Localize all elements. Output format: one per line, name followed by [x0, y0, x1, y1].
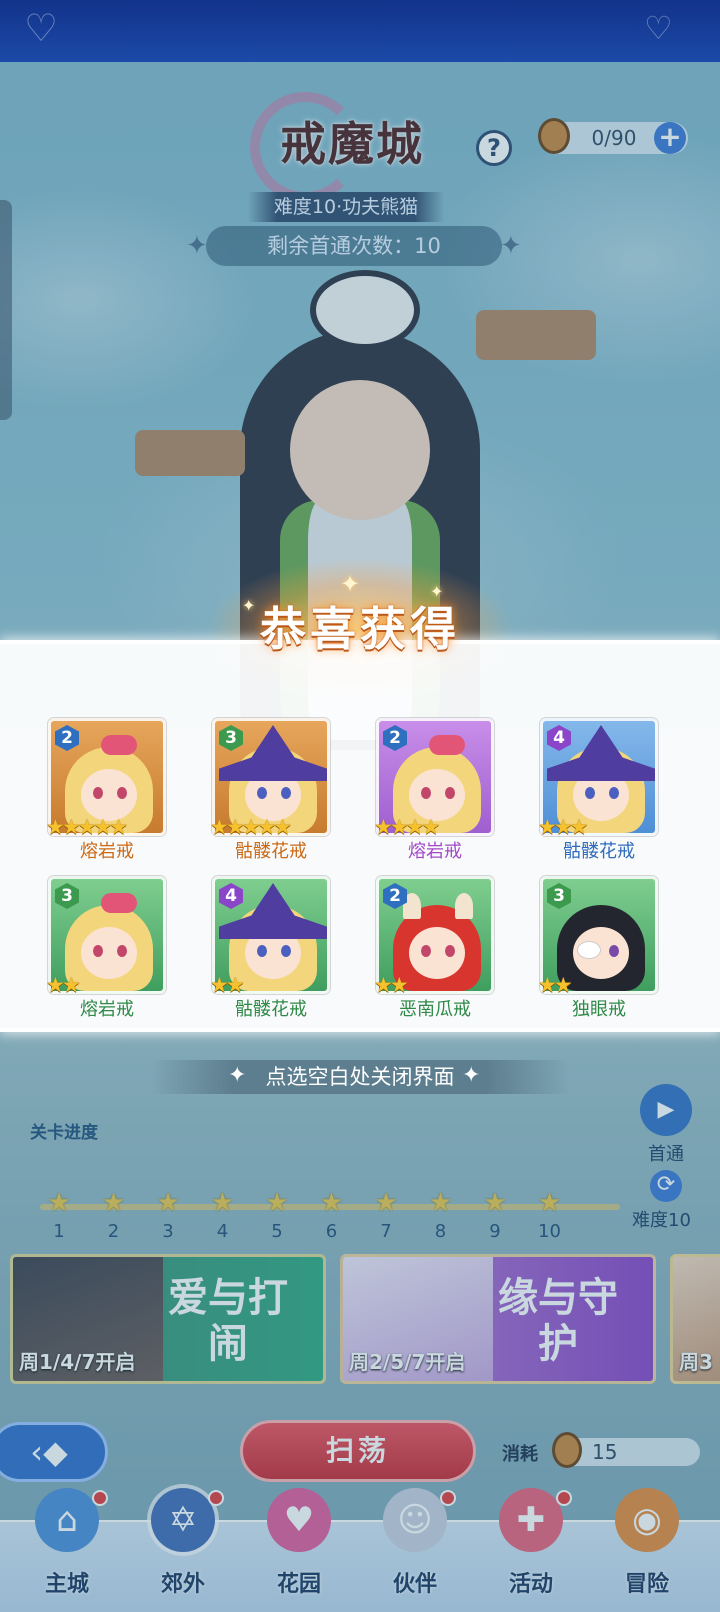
- character-eye: [117, 787, 127, 799]
- character-eye: [421, 787, 431, 799]
- heart-wing-icon: ♡: [24, 6, 59, 50]
- sparkle-icon: ✦: [462, 1063, 481, 1088]
- character-eye: [445, 787, 455, 799]
- character-eye: [93, 787, 103, 799]
- reward-item-name: 骷髅花戒: [235, 841, 307, 862]
- level-badge: 3: [55, 883, 79, 909]
- level-badge: 4: [219, 883, 243, 909]
- hair-bow: [101, 893, 137, 913]
- hair-bow: [429, 735, 465, 755]
- reward-item-name: 恶南瓜戒: [399, 999, 471, 1020]
- star-rating: ★★★★★: [210, 815, 292, 839]
- character-eye: [609, 945, 619, 957]
- character-eye: [281, 787, 291, 799]
- reward-item[interactable]: 2 ★★★★★ 熔岩戒: [46, 718, 166, 868]
- heart-wing-icon: ♡: [644, 9, 673, 47]
- character-eye: [257, 945, 267, 957]
- character-eye: [93, 945, 103, 957]
- sparkle-icon: ✦: [340, 570, 361, 598]
- reward-item[interactable]: 3 ★★ 独眼戒: [538, 876, 658, 1026]
- reward-item-name: 骷髅花戒: [563, 841, 635, 862]
- character-portrait-face: [81, 769, 137, 821]
- character-portrait-face: [409, 769, 465, 821]
- sparkle-icon: ✦: [228, 1063, 247, 1088]
- star-rating: ★★: [538, 973, 573, 997]
- star-rating: ★★: [374, 973, 409, 997]
- character-portrait-face: [81, 927, 137, 979]
- character-eye: [445, 945, 455, 957]
- character-eye: [117, 945, 127, 957]
- reward-item[interactable]: 4 ★★★ 骷髅花戒: [538, 718, 658, 868]
- reward-item[interactable]: 2 ★★ 恶南瓜戒: [374, 876, 494, 1026]
- reward-item-name: 骷髅花戒: [235, 999, 307, 1020]
- character-eye: [609, 787, 619, 799]
- star-rating: ★★★: [538, 815, 589, 839]
- reward-item[interactable]: 3 ★★★★★ 骷髅花戒: [210, 718, 330, 868]
- sparkle-icon: ✦: [430, 582, 444, 601]
- sparkle-icon: ✦: [242, 596, 256, 615]
- reward-item[interactable]: 4 ★★ 骷髅花戒: [210, 876, 330, 1026]
- character-eye: [421, 945, 431, 957]
- character-eye: [257, 787, 267, 799]
- eyepatch: [577, 941, 601, 959]
- reward-item-name: 熔岩戒: [408, 841, 462, 862]
- level-badge: 3: [547, 883, 571, 909]
- reward-item-name: 熔岩戒: [80, 999, 134, 1020]
- character-eye: [585, 787, 595, 799]
- star-rating: ★★: [210, 973, 245, 997]
- reward-item[interactable]: 2 ★★★★ 熔岩戒: [374, 718, 494, 868]
- horn: [455, 893, 473, 919]
- reward-popup: 2 ★★★★★ 熔岩戒 3 ★★★★★ 骷髅花戒 2 ★★★★ 熔岩戒 4 ★★★ 骷髅花戒 3 ★★ 熔岩…: [0, 640, 720, 1032]
- character-eye: [281, 945, 291, 957]
- level-badge: 3: [219, 725, 243, 751]
- star-rating: ★★★★: [374, 815, 440, 839]
- star-rating: ★★★★★: [46, 815, 128, 839]
- star-rating: ★★: [46, 973, 81, 997]
- character-portrait-face: [409, 927, 465, 979]
- top-bar: ♡ ♡: [0, 0, 720, 62]
- reward-item-name: 独眼戒: [572, 999, 626, 1020]
- reward-item-name: 熔岩戒: [80, 841, 134, 862]
- reward-item[interactable]: 3 ★★ 熔岩戒: [46, 876, 166, 1026]
- hair-bow: [101, 735, 137, 755]
- level-badge: 2: [55, 725, 79, 751]
- level-badge: 4: [547, 725, 571, 751]
- close-hint[interactable]: 点选空白处关闭界面: [150, 1060, 570, 1094]
- level-badge: 2: [383, 725, 407, 751]
